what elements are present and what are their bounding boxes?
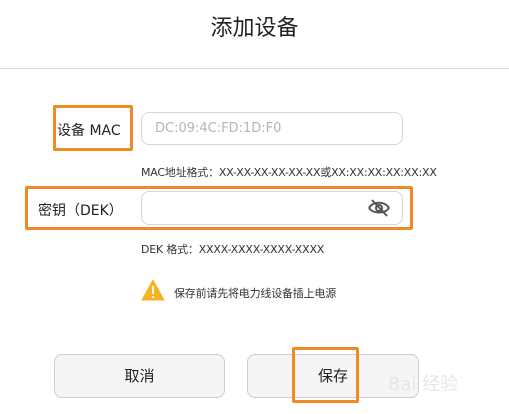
warning-icon (141, 279, 165, 301)
cancel-button[interactable]: 取消 (54, 354, 225, 398)
mac-label: 设备 MAC (57, 123, 121, 139)
dek-format-hint: DEK 格式：XXXX-XXXX-XXXX-XXXX (141, 243, 325, 256)
mac-input[interactable]: DC:09:4C:FD:1D:F0 (141, 112, 403, 145)
save-button-highlight (292, 347, 359, 403)
watermark: Bai 经验 (388, 374, 459, 395)
page-title: 添加设备 (210, 16, 299, 41)
eye-off-icon[interactable] (367, 197, 391, 219)
dek-label: 密钥（DEK） (38, 203, 123, 219)
mac-format-hint: MAC地址格式：XX-XX-XX-XX-XX-XX或XX:XX:XX:XX:XX… (141, 166, 437, 179)
header-divider (0, 68, 509, 69)
warning-text: 保存前请先将电力线设备插上电源 (174, 287, 336, 300)
dek-input[interactable] (141, 191, 403, 225)
